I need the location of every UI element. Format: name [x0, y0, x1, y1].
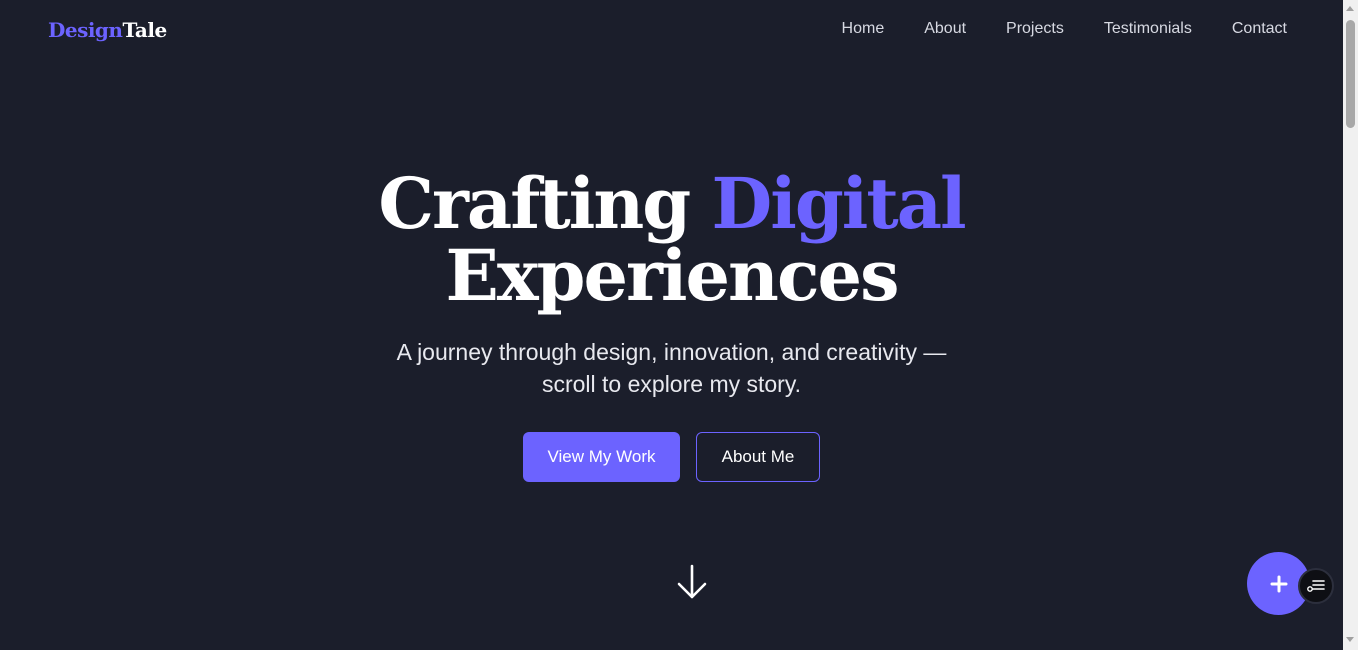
logo-part-tale: Tale — [122, 18, 167, 42]
hero-subtitle-line2: scroll to explore my story. — [541, 371, 802, 397]
page-viewport: DesignTale Home About Projects Testimoni… — [0, 0, 1343, 650]
plus-icon — [1270, 575, 1287, 592]
scroll-up-arrow-icon[interactable] — [1346, 6, 1354, 11]
nav-about[interactable]: About — [924, 20, 966, 38]
hero-title-line2: Experiences — [445, 234, 899, 317]
hero-title-accent: Digital — [711, 162, 967, 245]
arrow-down-icon[interactable] — [676, 563, 708, 601]
view-my-work-button[interactable]: View My Work — [523, 432, 680, 482]
nav-home[interactable]: Home — [842, 20, 885, 38]
page-scrollbar[interactable] — [1343, 0, 1358, 650]
hero-subtitle: A journey through design, innovation, an… — [340, 336, 1003, 400]
scrollbar-thumb[interactable] — [1346, 20, 1355, 128]
logo-part-design: Design — [48, 18, 123, 42]
hero-title-word-crafting: Crafting — [378, 162, 691, 245]
hero-title: Crafting Digital Experiences — [0, 168, 1343, 312]
about-me-button[interactable]: About Me — [696, 432, 820, 482]
scroll-down-arrow-icon[interactable] — [1346, 637, 1354, 642]
main-nav: Home About Projects Testimonials Contact — [842, 20, 1287, 38]
toggle-list-button[interactable] — [1298, 568, 1334, 604]
nav-testimonials[interactable]: Testimonials — [1104, 20, 1192, 38]
nav-contact[interactable]: Contact — [1232, 20, 1287, 38]
brand-logo[interactable]: DesignTale — [48, 18, 167, 42]
hero-subtitle-line1: A journey through design, innovation, an… — [396, 339, 947, 365]
nav-projects[interactable]: Projects — [1006, 20, 1064, 38]
toggle-list-icon — [1307, 580, 1325, 592]
